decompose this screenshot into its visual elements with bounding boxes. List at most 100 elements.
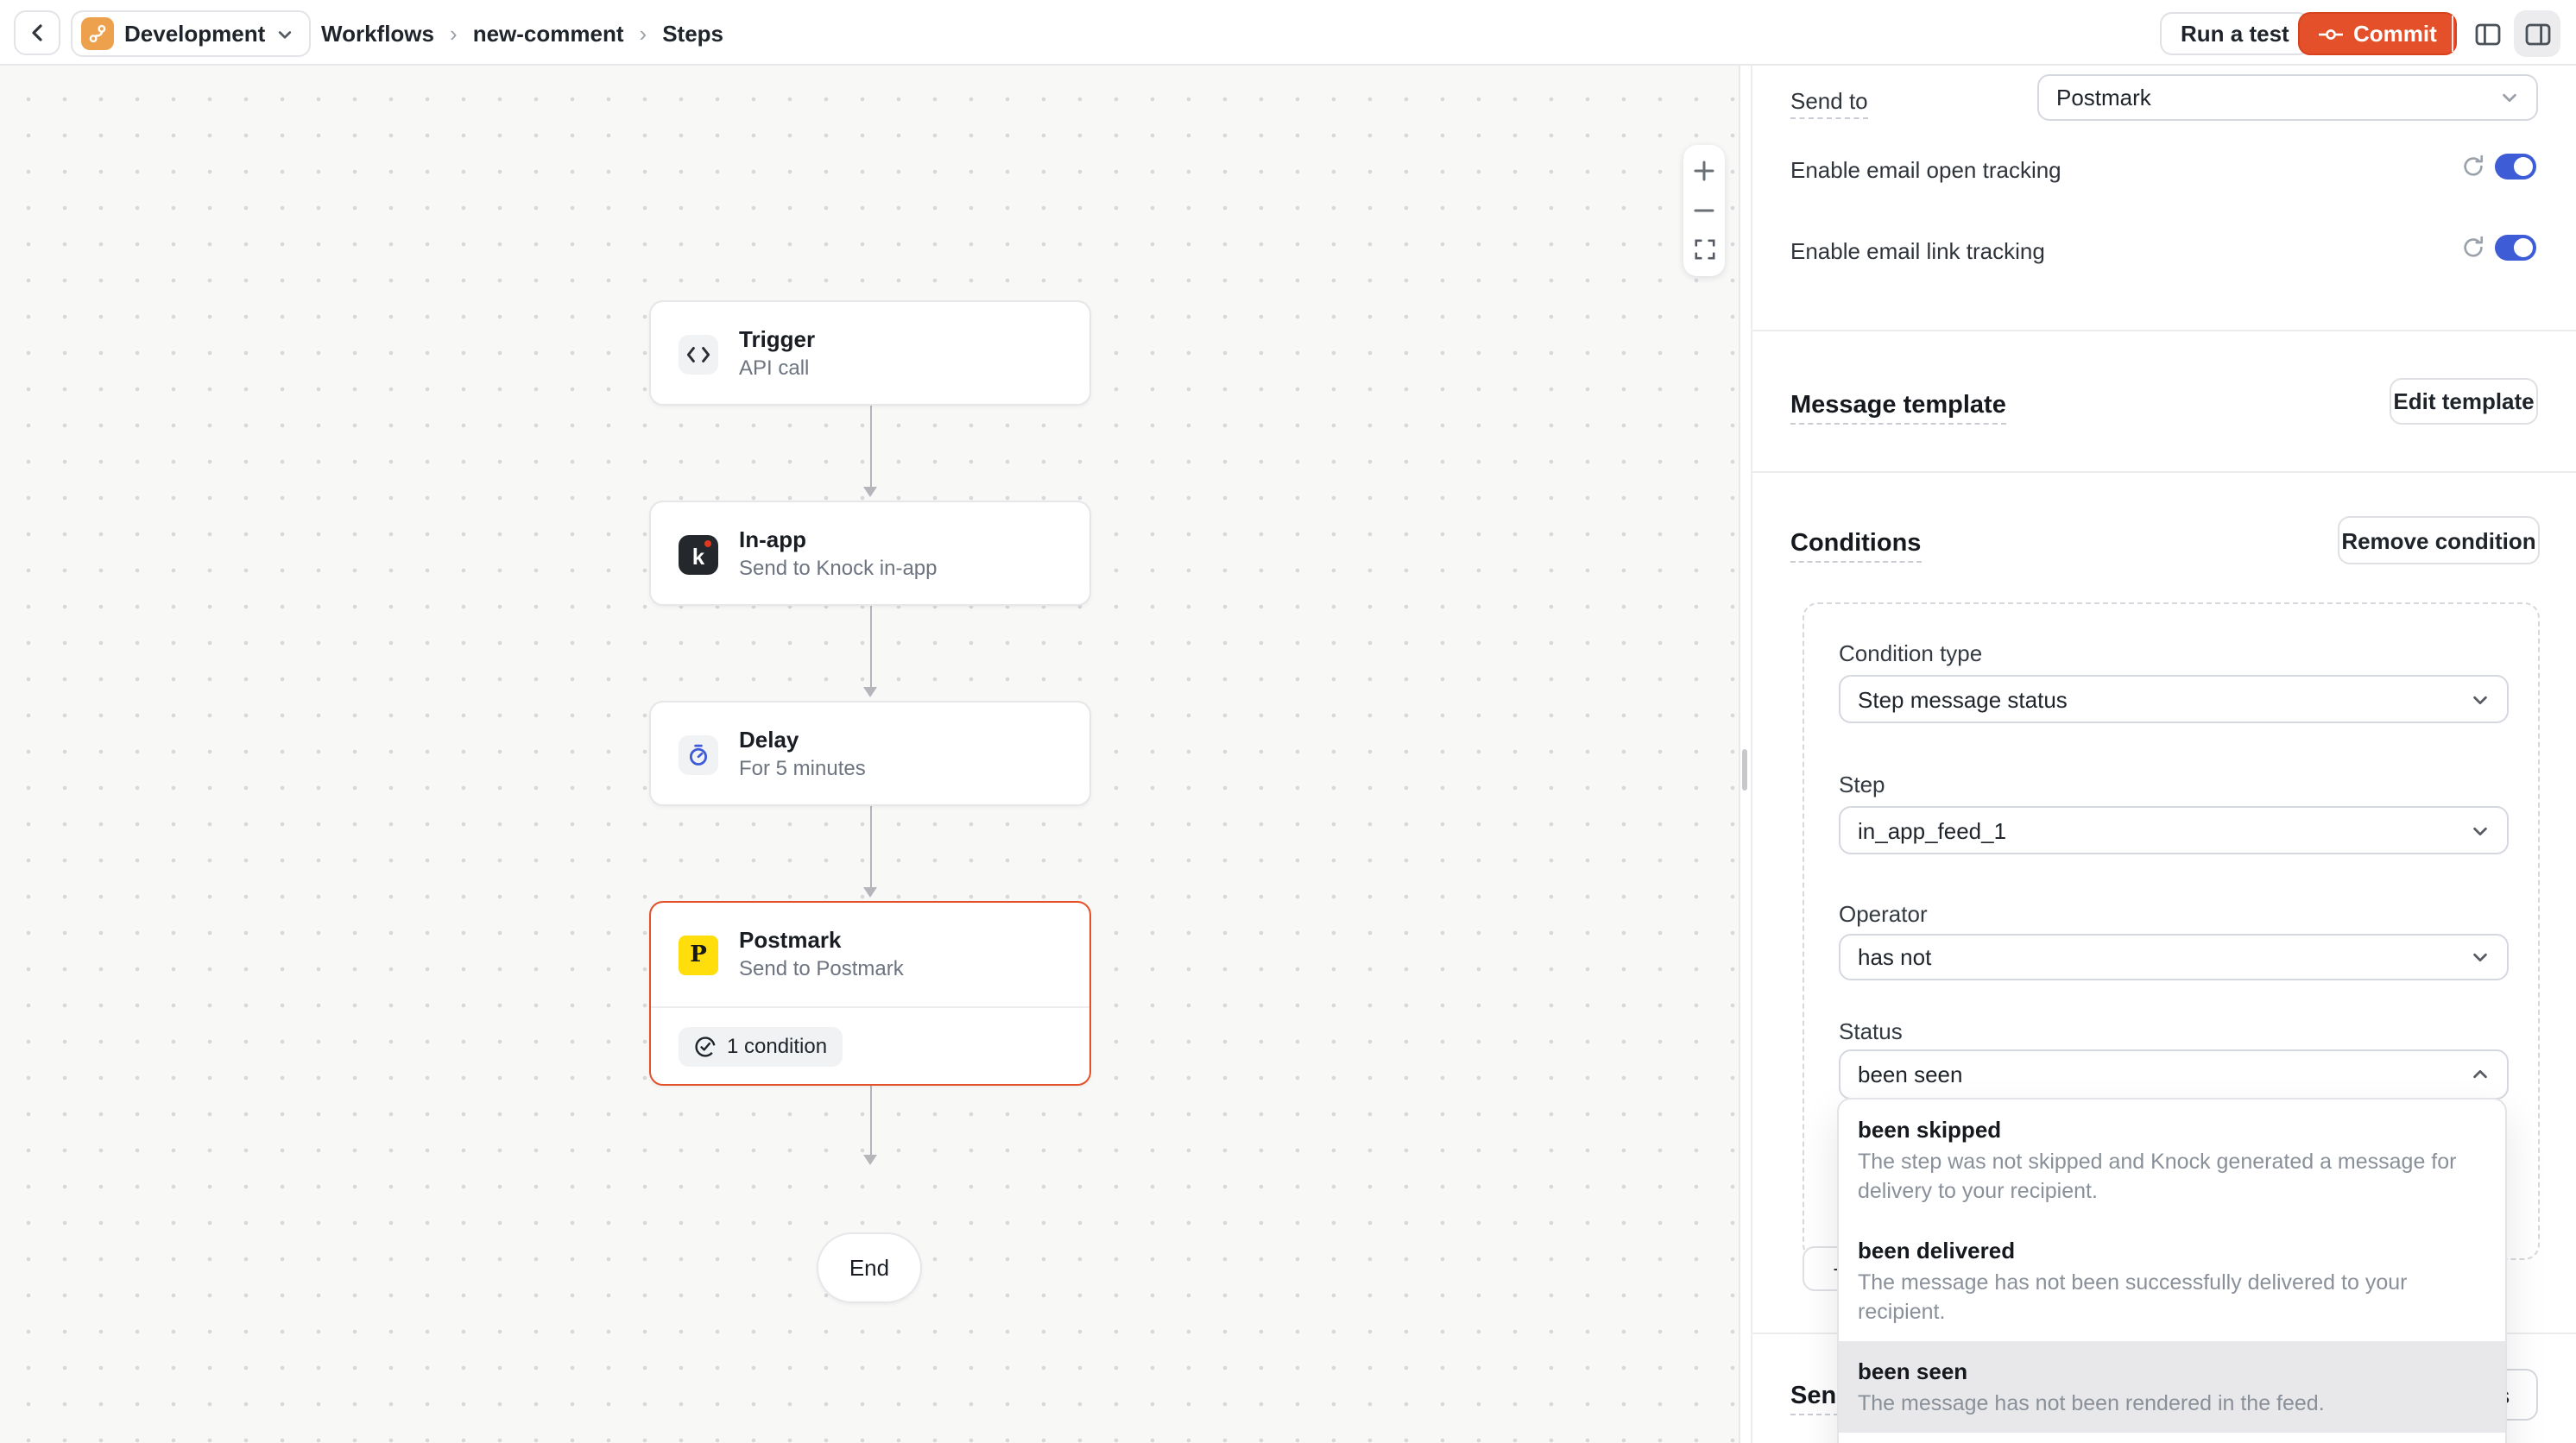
- panel-resize-handle[interactable]: [1742, 749, 1747, 791]
- operator-value: has not: [1858, 944, 1931, 970]
- workflow-canvas[interactable]: Trigger API call k In-app Send to Knock …: [0, 66, 1740, 1443]
- toolbar-divider: [2452, 16, 2453, 52]
- top-bar: Development Workflows › new-comment › St…: [0, 0, 2576, 66]
- node-in-app[interactable]: k In-app Send to Knock in-app: [649, 501, 1091, 606]
- environment-switcher[interactable]: Development: [71, 10, 310, 57]
- chevron-left-icon: [27, 22, 47, 43]
- node-title: Delay: [739, 727, 866, 754]
- chevron-down-icon: [2471, 821, 2490, 840]
- operator-select[interactable]: has not: [1839, 934, 2509, 980]
- link-tracking-toggle[interactable]: [2495, 235, 2536, 261]
- condition-type-value: Step message status: [1858, 686, 2068, 712]
- breadcrumb-current-page: Steps: [662, 20, 723, 46]
- conditions-heading: Conditions: [1790, 530, 1921, 563]
- fit-view-button[interactable]: [1689, 234, 1720, 265]
- commit-button[interactable]: Commit: [2298, 12, 2458, 55]
- chevron-down-icon: [275, 25, 293, 42]
- node-title: Postmark: [739, 927, 904, 955]
- edge-postmark-end: [862, 1086, 879, 1165]
- knock-icon: k: [679, 534, 718, 574]
- section-divider: [1752, 471, 2576, 473]
- status-option-been-seen[interactable]: been seen The message has not been rende…: [1839, 1341, 2505, 1433]
- breadcrumb-workflow-name[interactable]: new-comment: [473, 20, 624, 46]
- zoom-controls: [1683, 145, 1725, 276]
- node-trigger[interactable]: Trigger API call: [649, 300, 1091, 406]
- breadcrumb: Workflows › new-comment › Steps: [321, 0, 723, 66]
- run-test-button[interactable]: Run a test: [2160, 12, 2310, 55]
- node-subtitle: Send to Postmark: [739, 956, 904, 982]
- node-title: In-app: [739, 526, 938, 554]
- option-title: been delivered: [1858, 1236, 2486, 1265]
- edit-template-button[interactable]: Edit template: [2390, 378, 2538, 425]
- commit-icon: [2319, 25, 2343, 42]
- condition-type-label: Condition type: [1839, 640, 1982, 666]
- edit-template-label: Edit template: [2393, 388, 2534, 414]
- status-option-been-skipped[interactable]: been skipped The step was not skipped an…: [1839, 1100, 2505, 1220]
- timer-icon: [679, 734, 718, 774]
- node-title: Trigger: [739, 326, 815, 354]
- end-label: End: [849, 1255, 889, 1281]
- open-tracking-label: Enable email open tracking: [1790, 157, 2061, 183]
- app-window: Trigger API call k In-app Send to Knock …: [0, 0, 2576, 1443]
- option-description: The message has not been rendered in the…: [1858, 1389, 2486, 1419]
- edge-trigger-inapp: [862, 406, 879, 497]
- status-value: been seen: [1858, 1062, 1962, 1087]
- status-dropdown-menu: been skipped The step was not skipped an…: [1837, 1098, 2507, 1443]
- toggle-left-panel-button[interactable]: [2466, 12, 2509, 55]
- option-description: The step was not skipped and Knock gener…: [1858, 1148, 2486, 1207]
- breadcrumb-separator: ›: [450, 20, 458, 46]
- commit-label: Commit: [2353, 21, 2437, 47]
- chevron-down-icon: [2500, 88, 2519, 107]
- step-settings-panel: Send to Postmark Enable email open track…: [1752, 66, 2576, 1443]
- section-divider: [1752, 330, 2576, 331]
- open-tracking-toggle[interactable]: [2495, 154, 2536, 180]
- postmark-icon: P: [679, 935, 718, 974]
- condition-count-label: 1 condition: [727, 1034, 827, 1058]
- status-label: Status: [1839, 1018, 1903, 1044]
- send-to-select[interactable]: Postmark: [2037, 74, 2538, 121]
- node-subtitle: API call: [739, 356, 815, 381]
- environment-name: Development: [124, 21, 265, 47]
- node-subtitle: For 5 minutes: [739, 756, 866, 782]
- message-template-heading: Message template: [1790, 392, 2006, 425]
- check-circle-icon: [694, 1035, 717, 1057]
- chevron-down-icon: [2471, 690, 2490, 709]
- step-label: Step: [1839, 772, 1885, 797]
- condition-count-badge[interactable]: 1 condition: [679, 1026, 843, 1066]
- send-to-value: Postmark: [2056, 85, 2151, 110]
- send-to-label: Send to: [1790, 88, 1868, 119]
- toggle-right-panel-button[interactable]: [2514, 10, 2560, 57]
- step-select[interactable]: in_app_feed_1: [1839, 806, 2509, 854]
- branch-icon: [81, 17, 114, 50]
- remove-condition-label: Remove condition: [2341, 527, 2535, 553]
- edge-delay-postmark: [862, 806, 879, 898]
- chevron-down-icon: [2471, 948, 2490, 967]
- operator-label: Operator: [1839, 901, 1928, 927]
- option-title: been skipped: [1858, 1115, 2486, 1144]
- status-option-been-delivered[interactable]: been delivered The message has not been …: [1839, 1220, 2505, 1341]
- status-combobox[interactable]: been seen: [1839, 1049, 2509, 1100]
- node-end[interactable]: End: [817, 1232, 922, 1303]
- reset-icon[interactable]: [2460, 154, 2486, 180]
- node-delay[interactable]: Delay For 5 minutes: [649, 701, 1091, 806]
- link-tracking-label: Enable email link tracking: [1790, 238, 2045, 264]
- chevron-up-icon: [2471, 1065, 2490, 1084]
- status-option-been-read[interactable]: been read: [1839, 1433, 2505, 1443]
- zoom-in-button[interactable]: [1689, 156, 1720, 187]
- reset-icon[interactable]: [2460, 235, 2486, 261]
- zoom-out-button[interactable]: [1689, 195, 1720, 226]
- remove-condition-button[interactable]: Remove condition: [2338, 516, 2540, 564]
- panel-right-icon: [2523, 20, 2551, 47]
- breadcrumb-workflows[interactable]: Workflows: [321, 20, 434, 46]
- node-subtitle: Send to Knock in-app: [739, 556, 938, 582]
- option-description: The message has not been successfully de…: [1858, 1269, 2486, 1327]
- edge-inapp-delay: [862, 606, 879, 697]
- node-postmark[interactable]: P Postmark Send to Postmark 1 condition: [649, 901, 1091, 1086]
- condition-type-select[interactable]: Step message status: [1839, 675, 2509, 723]
- step-value: in_app_feed_1: [1858, 817, 2006, 843]
- option-title: been seen: [1858, 1357, 2486, 1386]
- back-button[interactable]: [14, 10, 60, 55]
- run-test-label: Run a test: [2181, 21, 2289, 47]
- panel-left-icon: [2473, 20, 2501, 47]
- code-icon: [679, 334, 718, 374]
